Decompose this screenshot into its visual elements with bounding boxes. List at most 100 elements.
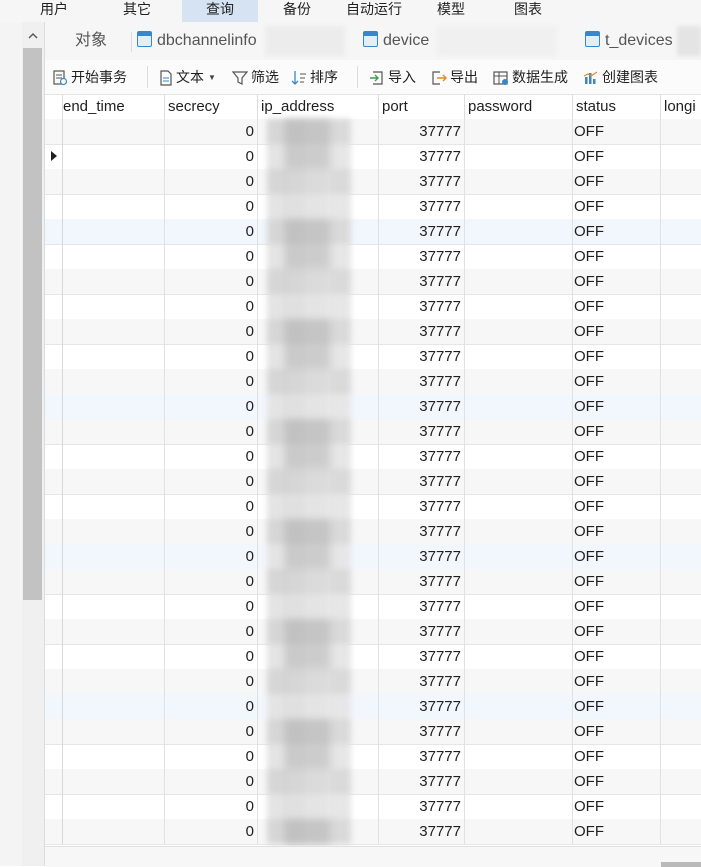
tab-objects[interactable]: 对象 <box>75 27 145 57</box>
cell-port[interactable]: 37777 <box>377 669 465 694</box>
cell-end-time[interactable] <box>58 744 165 769</box>
cell-end-time[interactable] <box>58 544 165 569</box>
horizontal-scrollbar-thumb[interactable] <box>661 862 701 867</box>
cell-end-time[interactable] <box>58 294 165 319</box>
cell-secrecy[interactable]: 0 <box>163 344 258 369</box>
table-row[interactable]: 0 37777 OFF <box>45 544 701 570</box>
cell-end-time[interactable] <box>58 519 165 544</box>
cell-longitude[interactable] <box>659 694 701 719</box>
cell-password[interactable] <box>463 194 573 219</box>
cell-port[interactable]: 37777 <box>377 694 465 719</box>
cell-end-time[interactable] <box>58 419 165 444</box>
cell-end-time[interactable] <box>58 794 165 819</box>
cell-secrecy[interactable]: 0 <box>163 294 258 319</box>
cell-longitude[interactable] <box>659 669 701 694</box>
cell-port[interactable]: 37777 <box>377 219 465 244</box>
cell-end-time[interactable] <box>58 494 165 519</box>
cell-password[interactable] <box>463 169 573 194</box>
cell-port[interactable]: 37777 <box>377 344 465 369</box>
cell-secrecy[interactable]: 0 <box>163 194 258 219</box>
cell-port[interactable]: 37777 <box>377 319 465 344</box>
data-grid[interactable]: end_time secrecy ip_address port passwor… <box>45 95 701 846</box>
cell-status[interactable]: OFF <box>571 144 661 169</box>
table-row[interactable]: 0 37777 OFF <box>45 169 701 195</box>
cell-port[interactable]: 37777 <box>377 569 465 594</box>
cell-end-time[interactable] <box>58 594 165 619</box>
cell-secrecy[interactable]: 0 <box>163 719 258 744</box>
table-row[interactable]: 0 37777 OFF <box>45 694 701 720</box>
cell-end-time[interactable] <box>58 369 165 394</box>
cell-secrecy[interactable]: 0 <box>163 519 258 544</box>
cell-secrecy[interactable]: 0 <box>163 544 258 569</box>
cell-end-time[interactable] <box>58 394 165 419</box>
cell-secrecy[interactable]: 0 <box>163 594 258 619</box>
cell-password[interactable] <box>463 444 573 469</box>
cell-password[interactable] <box>463 144 573 169</box>
cell-password[interactable] <box>463 794 573 819</box>
menu-item-backup[interactable]: 备份 <box>266 0 328 22</box>
cell-status[interactable]: OFF <box>571 169 661 194</box>
cell-status[interactable]: OFF <box>571 519 661 544</box>
cell-password[interactable] <box>463 594 573 619</box>
cell-port[interactable]: 37777 <box>377 794 465 819</box>
table-row[interactable]: 0 37777 OFF <box>45 819 701 845</box>
cell-secrecy[interactable]: 0 <box>163 819 258 844</box>
cell-secrecy[interactable]: 0 <box>163 569 258 594</box>
menu-item-other[interactable]: 其它 <box>104 0 170 22</box>
cell-password[interactable] <box>463 544 573 569</box>
cell-longitude[interactable] <box>659 269 701 294</box>
cell-password[interactable] <box>463 369 573 394</box>
cell-status[interactable]: OFF <box>571 119 661 144</box>
cell-password[interactable] <box>463 469 573 494</box>
import-button[interactable]: 导入 <box>369 66 416 88</box>
table-row[interactable]: 0 37777 OFF <box>45 469 701 495</box>
cell-longitude[interactable] <box>659 419 701 444</box>
cell-longitude[interactable] <box>659 519 701 544</box>
cell-port[interactable]: 37777 <box>377 419 465 444</box>
cell-password[interactable] <box>463 819 573 844</box>
data-generation-button[interactable]: 数据生成 <box>493 66 568 88</box>
cell-longitude[interactable] <box>659 569 701 594</box>
cell-longitude[interactable] <box>659 544 701 569</box>
table-row[interactable]: 0 37777 OFF <box>45 619 701 645</box>
cell-status[interactable]: OFF <box>571 544 661 569</box>
table-row[interactable]: 0 37777 OFF <box>45 294 701 320</box>
cell-end-time[interactable] <box>58 219 165 244</box>
table-row[interactable]: 0 37777 OFF <box>45 644 701 670</box>
cell-longitude[interactable] <box>659 169 701 194</box>
table-row[interactable]: 0 37777 OFF <box>45 344 701 370</box>
cell-port[interactable]: 37777 <box>377 819 465 844</box>
cell-secrecy[interactable]: 0 <box>163 319 258 344</box>
cell-longitude[interactable] <box>659 794 701 819</box>
cell-port[interactable]: 37777 <box>377 544 465 569</box>
cell-end-time[interactable] <box>58 144 165 169</box>
cell-status[interactable]: OFF <box>571 794 661 819</box>
cell-port[interactable]: 37777 <box>377 594 465 619</box>
cell-longitude[interactable] <box>659 244 701 269</box>
cell-secrecy[interactable]: 0 <box>163 419 258 444</box>
cell-secrecy[interactable]: 0 <box>163 694 258 719</box>
cell-secrecy[interactable]: 0 <box>163 394 258 419</box>
column-header-password[interactable]: password <box>463 95 573 119</box>
cell-status[interactable]: OFF <box>571 194 661 219</box>
table-row[interactable]: 0 37777 OFF <box>45 794 701 820</box>
cell-password[interactable] <box>463 344 573 369</box>
cell-longitude[interactable] <box>659 494 701 519</box>
cell-secrecy[interactable]: 0 <box>163 794 258 819</box>
cell-password[interactable] <box>463 744 573 769</box>
begin-transaction-button[interactable]: 开始事务 <box>52 66 127 88</box>
column-header-end-time[interactable]: end_time <box>58 95 165 119</box>
cell-password[interactable] <box>463 119 573 144</box>
table-row[interactable]: 0 37777 OFF <box>45 769 701 795</box>
table-row[interactable]: 0 37777 OFF <box>45 119 701 145</box>
table-row[interactable]: 0 37777 OFF <box>45 369 701 395</box>
cell-secrecy[interactable]: 0 <box>163 119 258 144</box>
cell-end-time[interactable] <box>58 644 165 669</box>
cell-longitude[interactable] <box>659 769 701 794</box>
cell-port[interactable]: 37777 <box>377 369 465 394</box>
cell-secrecy[interactable]: 0 <box>163 269 258 294</box>
cell-status[interactable]: OFF <box>571 619 661 644</box>
vertical-scrollbar[interactable] <box>22 22 45 866</box>
cell-longitude[interactable] <box>659 294 701 319</box>
vertical-scrollbar-thumb[interactable] <box>23 48 42 600</box>
